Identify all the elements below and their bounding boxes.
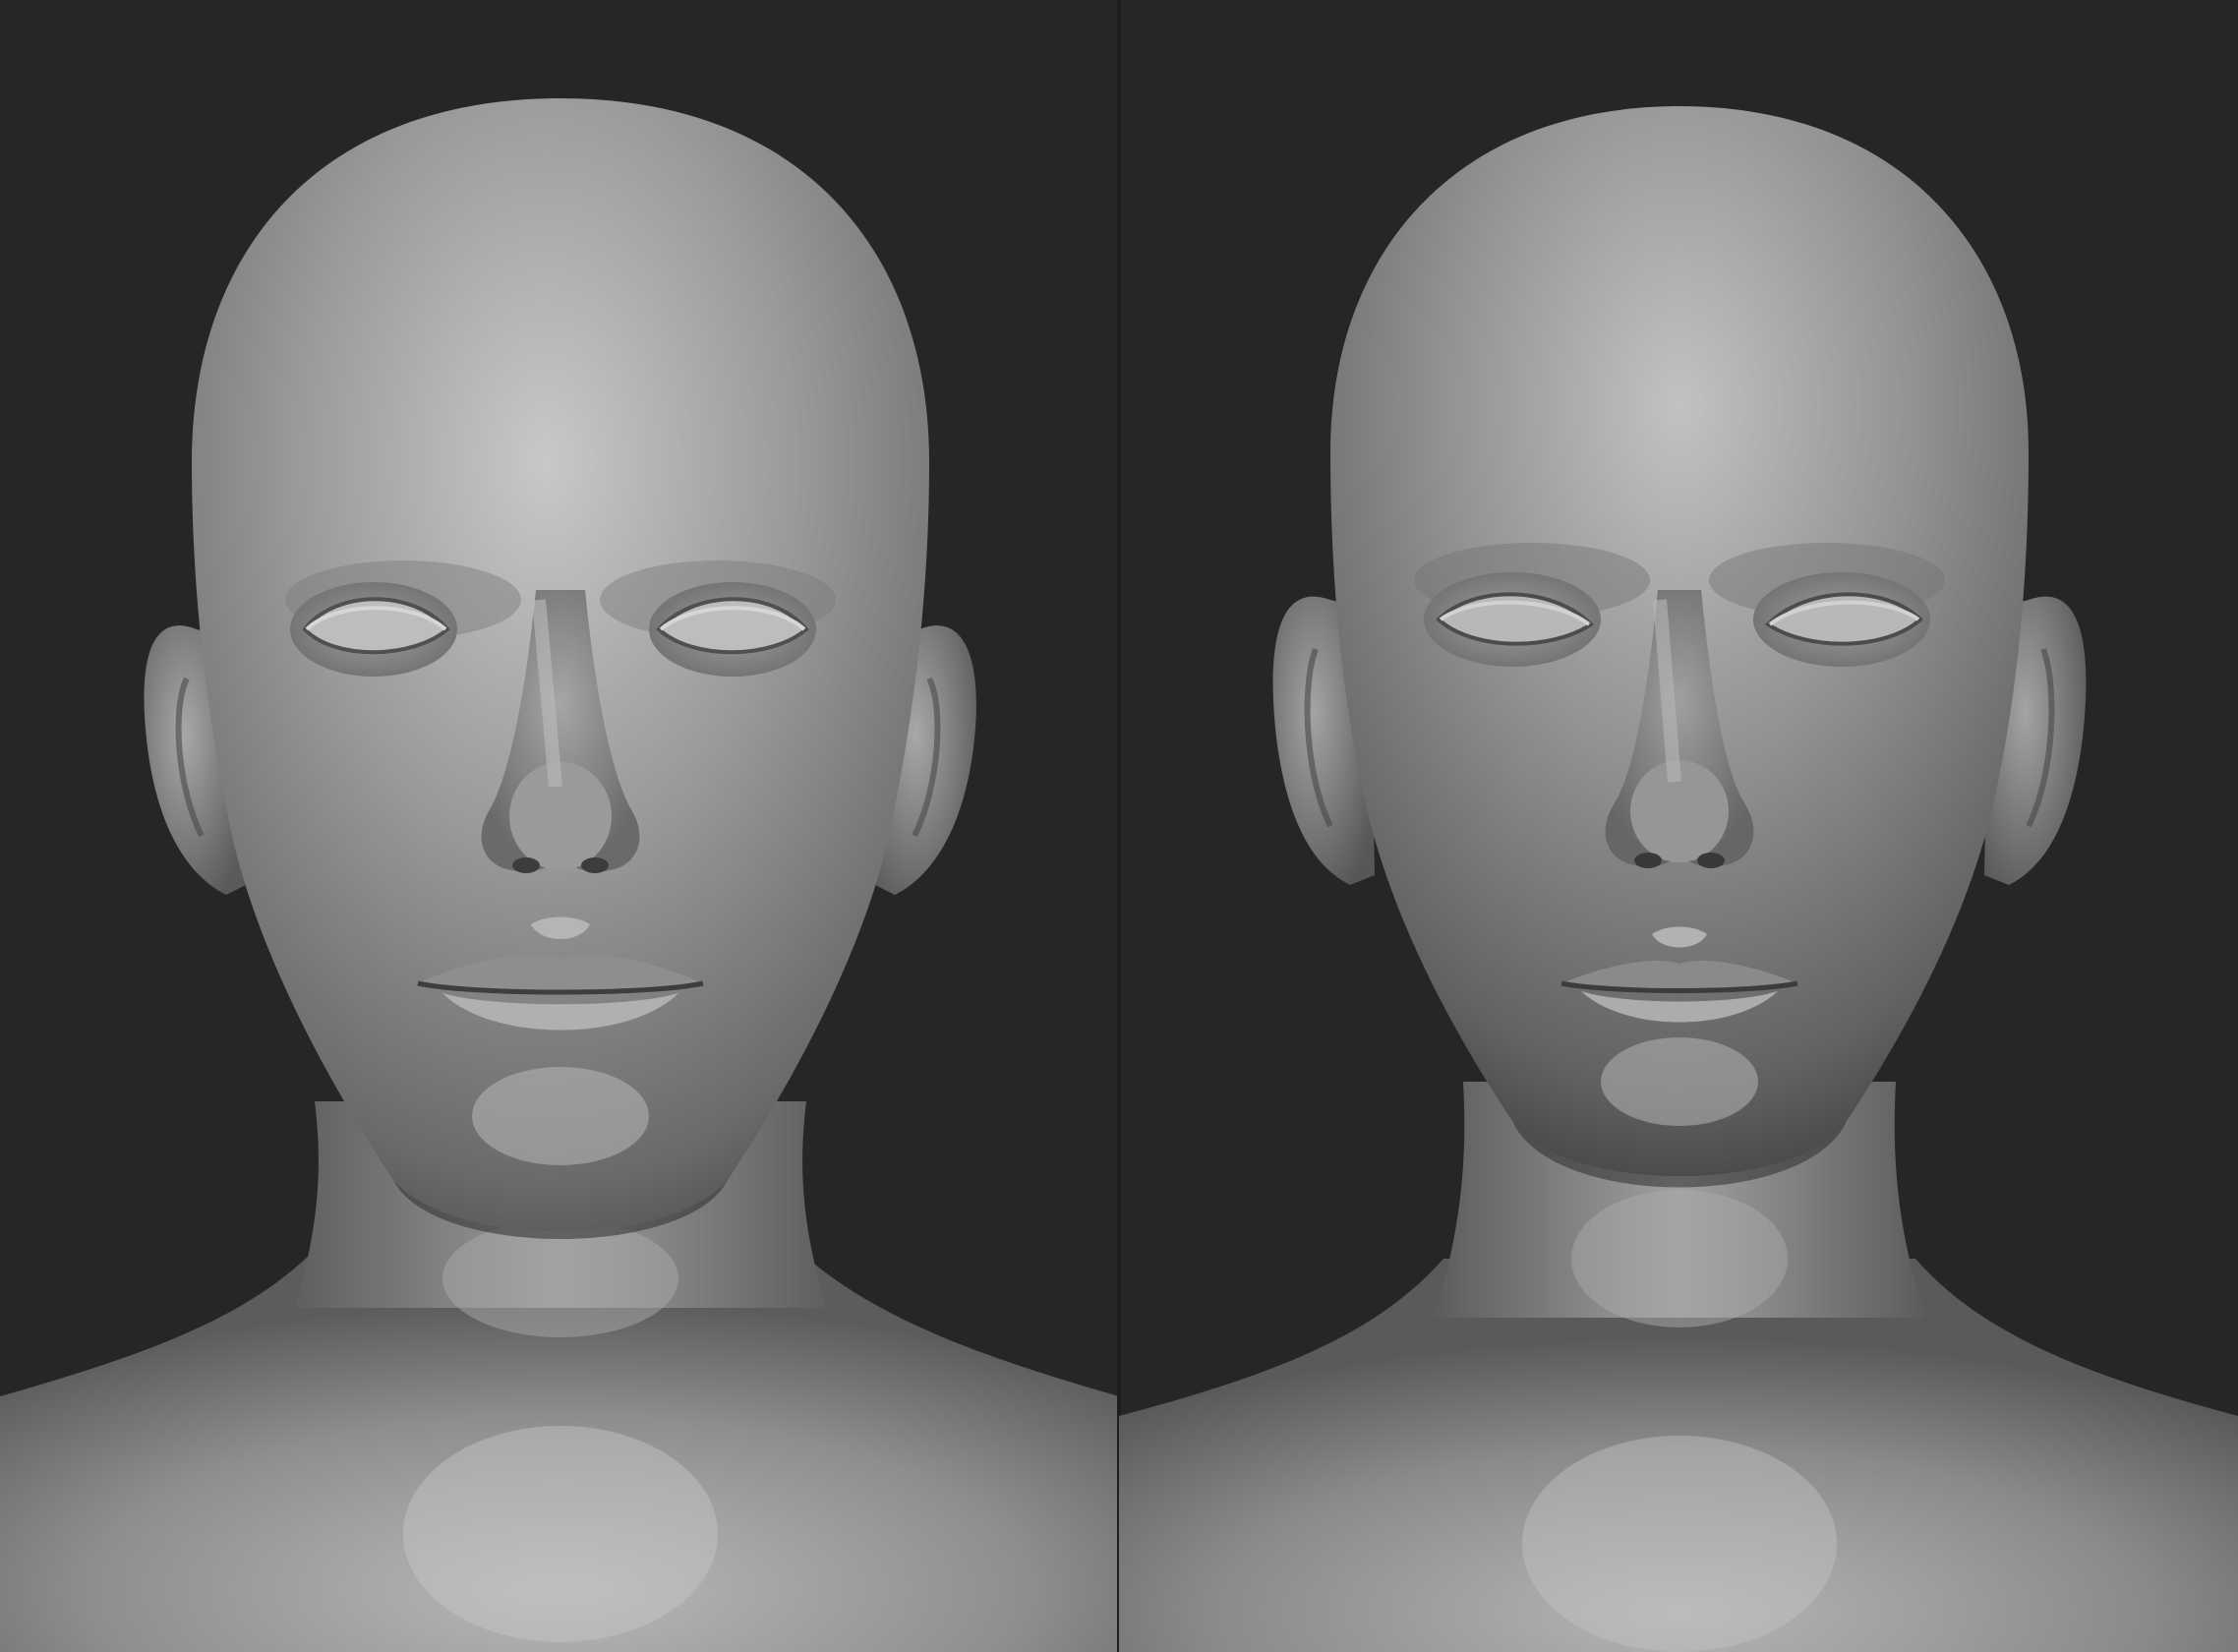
left-eye-right xyxy=(649,582,816,677)
left-eye-left xyxy=(290,582,457,677)
image-canvas xyxy=(0,0,2238,1652)
right-eye-right xyxy=(1753,572,1930,667)
right-eye-left xyxy=(1424,572,1601,667)
right-head-sculpt xyxy=(1119,106,2238,1652)
right-sculpt-panel xyxy=(1119,0,2238,1652)
left-sculpt-panel xyxy=(0,0,1119,1652)
left-head-sculpt xyxy=(0,98,1119,1652)
